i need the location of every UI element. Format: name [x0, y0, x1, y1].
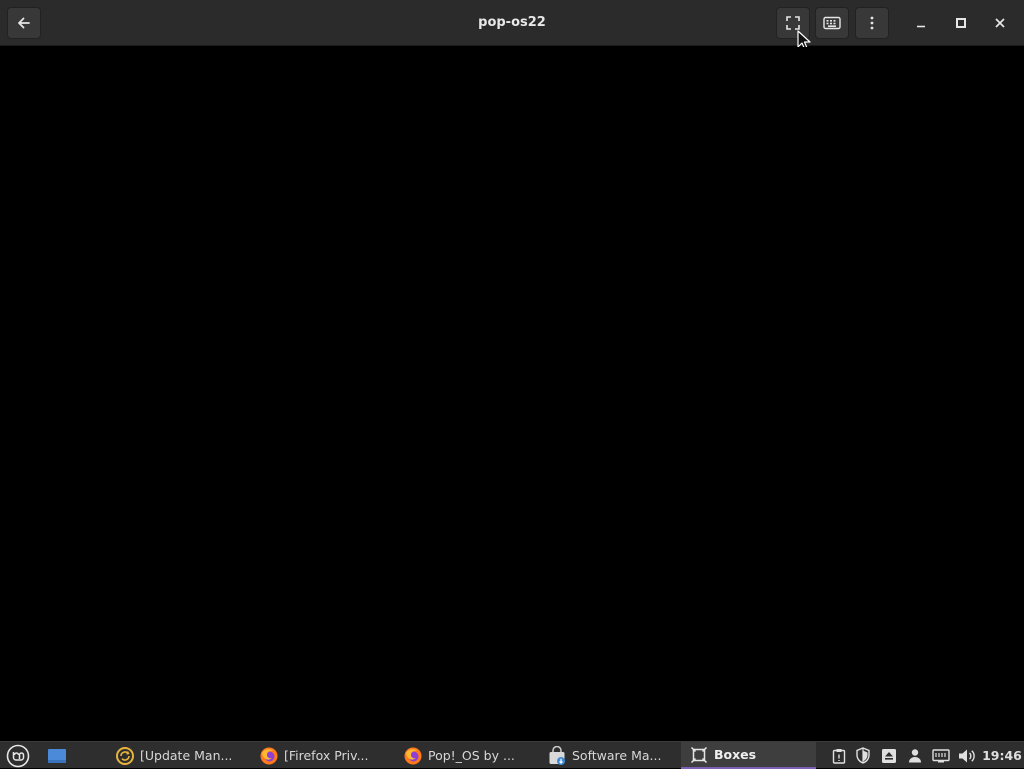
eject-icon — [882, 748, 896, 763]
send-keys-button[interactable] — [815, 7, 849, 39]
software-manager-icon — [547, 745, 567, 766]
close-button[interactable] — [986, 9, 1014, 37]
task-label: Boxes — [714, 747, 757, 762]
keyboard-icon — [823, 16, 841, 30]
task-label: Software Ma... — [572, 748, 662, 763]
task-label: [Firefox Priv... — [284, 748, 369, 763]
update-manager-icon — [115, 746, 135, 766]
tray-removable-media[interactable] — [880, 742, 898, 769]
tray-security[interactable] — [854, 742, 872, 769]
task-label: [Update Man... — [140, 748, 233, 763]
more-options-button[interactable] — [855, 7, 889, 39]
header-bar: pop-os22 — [0, 0, 1024, 51]
minimize-icon — [917, 25, 925, 28]
fullscreen-icon — [786, 16, 800, 30]
task-firefox-popos[interactable]: Pop!_OS by ... — [401, 742, 536, 769]
vm-display[interactable] — [0, 47, 1024, 741]
more-options-icon — [870, 16, 874, 30]
task-label: Pop!_OS by ... — [428, 748, 515, 763]
back-button[interactable] — [7, 7, 41, 39]
tray-network[interactable] — [931, 742, 951, 769]
maximize-icon — [956, 18, 966, 28]
task-boxes[interactable]: Boxes — [681, 742, 816, 769]
firefox-icon — [403, 746, 423, 766]
tray-user[interactable] — [906, 742, 924, 769]
tray-volume[interactable] — [957, 742, 977, 769]
clock[interactable]: 19:46 — [982, 742, 1022, 769]
task-update-manager[interactable]: [Update Man... — [113, 742, 248, 769]
maximize-button[interactable] — [947, 9, 975, 37]
volume-icon — [959, 749, 975, 762]
minimize-button[interactable] — [907, 9, 935, 37]
firefox-icon — [259, 746, 279, 766]
start-menu-button[interactable] — [4, 744, 32, 768]
shield-icon — [856, 747, 870, 764]
close-icon — [995, 18, 1005, 28]
task-firefox-private[interactable]: [Firefox Priv... — [257, 742, 392, 769]
show-desktop-icon — [48, 749, 66, 763]
user-icon — [909, 749, 921, 763]
boxes-icon — [689, 745, 709, 765]
window-title: pop-os22 — [478, 15, 546, 30]
mint-menu-icon — [6, 744, 30, 768]
back-icon — [18, 17, 30, 29]
clipboard-icon — [832, 748, 846, 764]
tray-clipboard[interactable] — [830, 742, 848, 769]
show-desktop-button[interactable] — [44, 745, 70, 767]
task-software-manager[interactable]: Software Ma... — [545, 742, 680, 769]
network-icon — [932, 748, 950, 762]
taskbar: [Update Man... [Firefox Priv... Pop!_OS … — [0, 741, 1024, 769]
